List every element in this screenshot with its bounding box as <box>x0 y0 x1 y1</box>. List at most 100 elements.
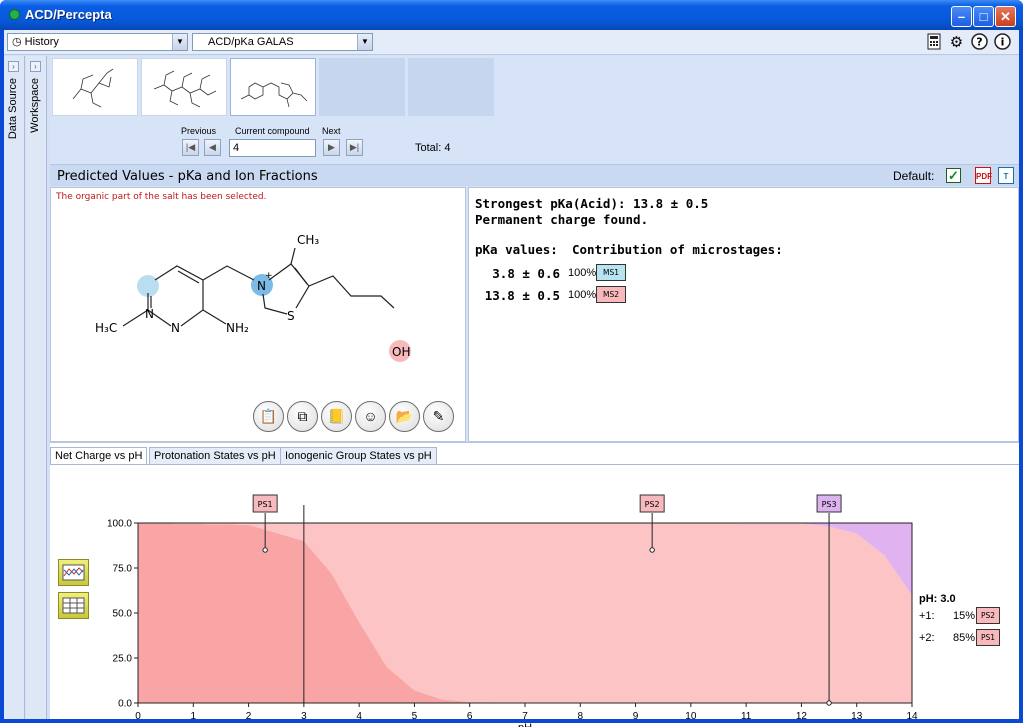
nh2-label: NH₂ <box>226 321 249 335</box>
x-tick-label: 13 <box>851 711 863 722</box>
x-tick-label: 8 <box>578 711 584 722</box>
tab-protonation-states[interactable]: Protonation States vs pH <box>149 447 281 465</box>
info-icon[interactable]: i <box>993 33 1012 52</box>
previous-compound-button[interactable]: ◀ <box>204 139 221 156</box>
pencil-icon: ✎ <box>432 408 445 424</box>
module-dropdown[interactable]: ACD/pKa GALAS ▼ <box>192 33 373 51</box>
compound-thumbnail-empty[interactable] <box>408 58 494 116</box>
chevron-down-icon[interactable]: ▼ <box>172 34 187 50</box>
x-tick-label: 3 <box>301 711 307 722</box>
next-compound-button[interactable]: ▶ <box>323 139 340 156</box>
x-tick-label: 0 <box>135 711 141 722</box>
microstage-badge[interactable]: MS1 <box>596 264 626 281</box>
x-tick-label: 5 <box>412 711 418 722</box>
draw-structure-button[interactable]: ✎ <box>423 401 454 432</box>
open-file-button[interactable]: 📂 <box>389 401 420 432</box>
gear-icon[interactable]: ⚙ <box>947 33 966 52</box>
total-count: Total: 4 <box>415 142 451 154</box>
last-compound-button[interactable]: ▶| <box>346 139 363 156</box>
section-header: Predicted Values - pKa and Ion Fractions… <box>50 164 1019 186</box>
marker-label: PS1 <box>258 500 273 509</box>
line-chart-icon <box>62 564 85 581</box>
tab-workspace[interactable]: › Workspace <box>26 56 47 719</box>
legend-charge: +1: <box>919 610 935 622</box>
expand-icon[interactable]: › <box>8 61 19 72</box>
x-tick-label: 11 <box>741 711 752 722</box>
marker-label: PS3 <box>822 500 837 509</box>
y-tick-label: 50.0 <box>113 609 133 620</box>
smiley-icon: ☺ <box>363 408 378 424</box>
chart-view-button[interactable] <box>58 559 89 586</box>
pka-value: 13.8 ± 0.5 <box>484 288 560 303</box>
close-button[interactable]: ✕ <box>995 6 1016 27</box>
next-label: Next <box>322 126 341 136</box>
y-tick-label: 0.0 <box>118 699 132 710</box>
chevron-down-icon[interactable]: ▼ <box>357 34 372 50</box>
ch3-label: CH₃ <box>297 233 319 247</box>
compound-thumbnail-selected[interactable] <box>230 58 316 116</box>
title-bar[interactable]: ACD/Percepta – □ ✕ <box>0 0 1023 30</box>
x-tick-label: 10 <box>685 711 697 722</box>
salt-warning-text: The organic part of the salt has been se… <box>56 192 267 202</box>
section-title: Predicted Values - pKa and Ion Fractions <box>57 169 318 184</box>
table-icon <box>62 597 85 614</box>
module-label: ACD/pKa GALAS <box>208 36 294 48</box>
legend-state-badge[interactable]: PS1 <box>976 629 1000 646</box>
app-logo-icon <box>9 9 20 20</box>
app-window: ACD/Percepta – □ ✕ ◷ History ▼ ACD/pKa G… <box>0 0 1023 727</box>
compound-thumbnail[interactable] <box>52 58 138 116</box>
default-checkbox[interactable]: ✓ <box>946 168 961 183</box>
structure-panel: The organic part of the salt has been se… <box>50 187 466 442</box>
copy-icon: ⧉ <box>297 408 308 424</box>
ion-fraction-chart[interactable]: 0 1 2 3 4 5 6 7 8 9 10 11 12 13 140.025.050.075.0100.0… <box>90 465 990 727</box>
microstage-percent: 100% <box>568 289 597 301</box>
y-tick-label: 100.0 <box>107 519 132 530</box>
table-view-button[interactable] <box>58 592 89 619</box>
calculator-icon[interactable] <box>924 33 943 52</box>
first-compound-button[interactable]: |◀ <box>182 139 199 156</box>
tab-net-charge[interactable]: Net Charge vs pH <box>50 447 148 465</box>
current-compound-label: Current compound <box>235 126 310 136</box>
oh-label: OH <box>392 345 410 359</box>
pdf-icon[interactable]: PDF <box>975 167 992 184</box>
client-area: ◷ History ▼ ACD/pKa GALAS ▼ ⚙ ? i › Data… <box>4 30 1019 727</box>
clipboard-icon: 📋 <box>259 408 278 424</box>
strongest-pka: Strongest pKa(Acid): 13.8 ± 0.5 <box>475 196 709 211</box>
name-to-structure-button[interactable]: ☺ <box>355 401 386 432</box>
expand-icon[interactable]: › <box>30 61 41 72</box>
default-label: Default: <box>893 169 935 183</box>
x-tick-label: 1 <box>191 711 197 722</box>
plus-charge-label: + <box>265 271 273 281</box>
copy-text-icon[interactable]: T <box>998 167 1014 184</box>
current-compound-input[interactable]: 4 <box>229 139 316 157</box>
microstage-badge[interactable]: MS2 <box>596 286 626 303</box>
molecule-structure[interactable]: N N NH₂ H₃C N + S CH₃ OH <box>51 208 465 408</box>
n-plus-label: N <box>257 279 266 293</box>
legend-ph: pH: 3.0 <box>919 593 956 605</box>
pka-values-header: pKa values: <box>475 242 558 257</box>
n-label: N <box>171 321 180 335</box>
microstages-header: Contribution of microstages: <box>572 242 783 257</box>
h3c-label: H₃C <box>95 321 117 335</box>
help-icon[interactable]: ? <box>970 33 989 52</box>
svg-text:?: ? <box>976 36 982 49</box>
paste-structure-button[interactable]: 📋 <box>253 401 284 432</box>
svg-text:i: i <box>1001 36 1005 49</box>
copy-structure-button[interactable]: ⧉ <box>287 401 318 432</box>
compound-thumbnail[interactable] <box>141 58 227 116</box>
legend-state-badge[interactable]: PS2 <box>976 607 1000 624</box>
history-dropdown[interactable]: ◷ History ▼ <box>7 33 188 51</box>
y-tick-label: 75.0 <box>113 564 133 575</box>
history-label: History <box>24 36 59 48</box>
folder-icon: 📂 <box>395 408 414 424</box>
tab-data-source[interactable]: › Data Source <box>4 56 25 719</box>
legend-percent: 15% <box>953 610 976 622</box>
maximize-button[interactable]: □ <box>973 6 994 27</box>
book-icon: 📒 <box>327 408 346 424</box>
pka-value: 3.8 ± 0.6 <box>492 266 560 281</box>
compound-thumbnails: Previous Current compound Next |◀ ◀ 4 ▶ … <box>50 56 1019 164</box>
minimize-button[interactable]: – <box>951 6 972 27</box>
tab-ionogenic-group-states[interactable]: Ionogenic Group States vs pH <box>280 447 437 465</box>
library-button[interactable]: 📒 <box>321 401 352 432</box>
compound-thumbnail-empty[interactable] <box>319 58 405 116</box>
